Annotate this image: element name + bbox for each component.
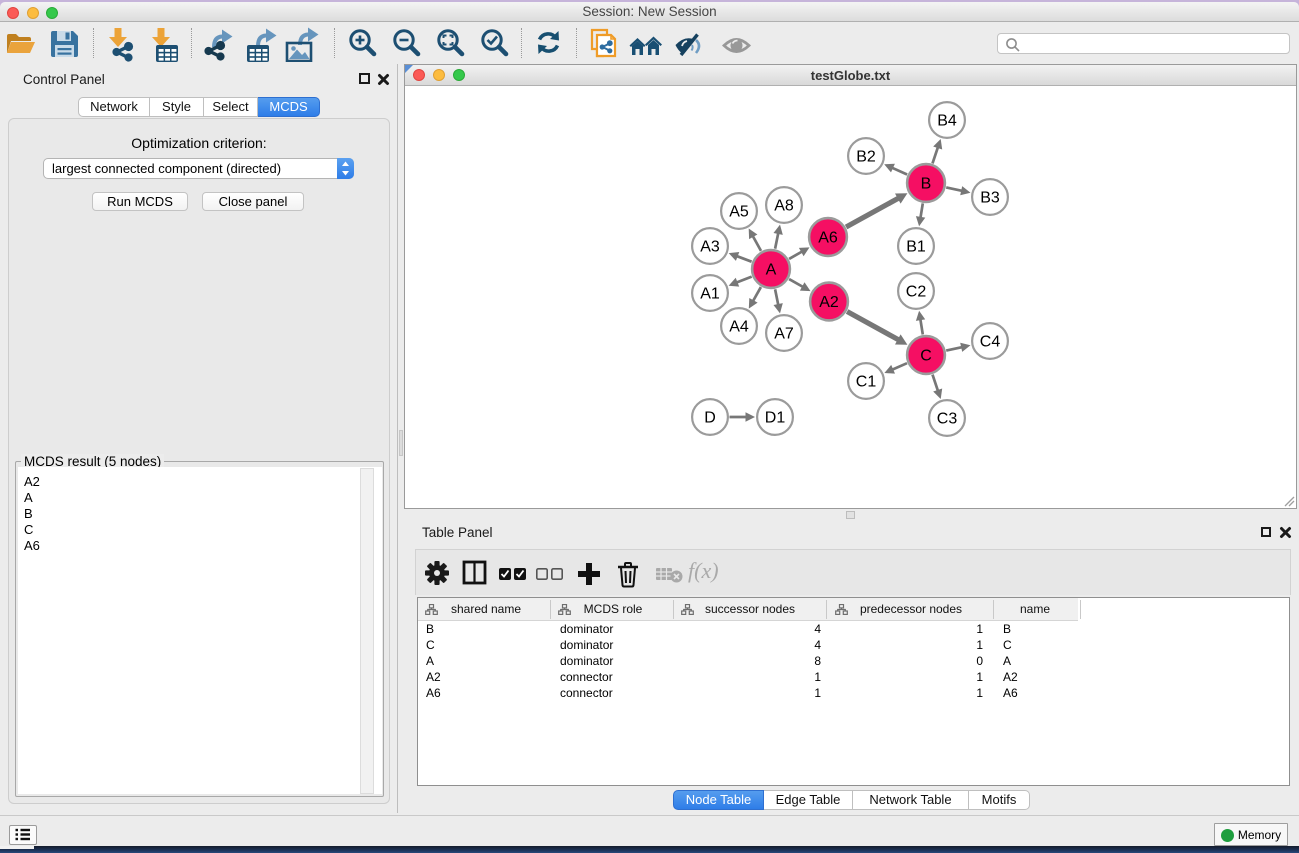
svg-text:D1: D1 xyxy=(765,410,786,427)
svg-text:A3: A3 xyxy=(700,239,720,256)
svg-text:A6: A6 xyxy=(818,230,838,247)
svg-text:B: B xyxy=(921,176,932,193)
svg-text:A4: A4 xyxy=(729,319,749,336)
svg-text:C: C xyxy=(920,348,932,365)
svg-text:A8: A8 xyxy=(774,198,794,215)
svg-text:C3: C3 xyxy=(937,411,958,428)
svg-text:C1: C1 xyxy=(856,374,877,391)
svg-text:A: A xyxy=(766,262,777,279)
svg-text:C4: C4 xyxy=(980,334,1001,351)
svg-text:C2: C2 xyxy=(906,284,927,301)
svg-text:A1: A1 xyxy=(700,286,720,303)
svg-text:B1: B1 xyxy=(906,239,926,256)
svg-text:A7: A7 xyxy=(774,326,794,343)
svg-text:B2: B2 xyxy=(856,149,876,166)
svg-text:A5: A5 xyxy=(729,204,749,221)
svg-text:B4: B4 xyxy=(937,113,957,130)
svg-text:B3: B3 xyxy=(980,190,1000,207)
svg-text:D: D xyxy=(704,410,716,427)
svg-text:A2: A2 xyxy=(819,294,839,311)
